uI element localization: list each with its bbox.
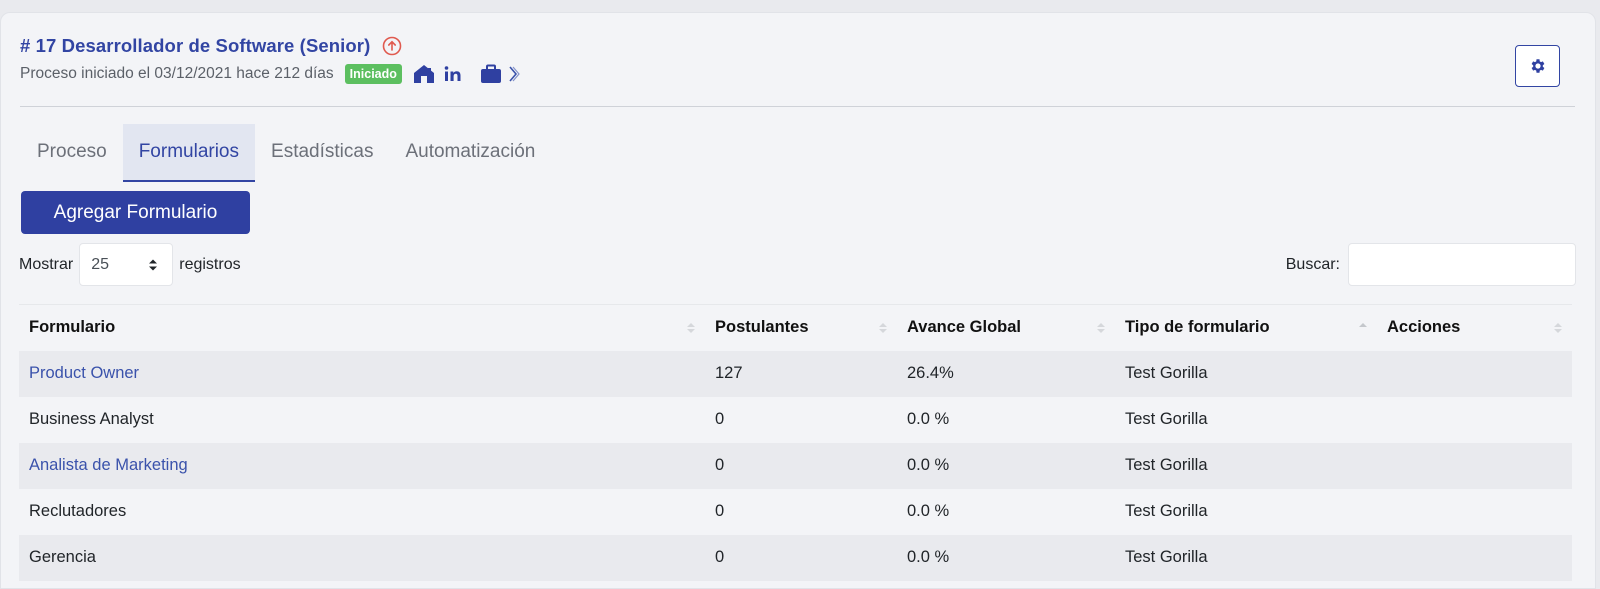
applicants-count: 0	[715, 456, 725, 474]
sort-ascending-icon	[1359, 322, 1367, 334]
applicants-count: 0	[715, 502, 725, 520]
sort-icon	[1097, 322, 1105, 334]
column-header-tipo-formulario[interactable]: Tipo de formulario	[1115, 304, 1377, 351]
actions-cell	[1377, 397, 1572, 443]
chevron-right-icon[interactable]	[508, 65, 520, 83]
column-header-formulario[interactable]: Formulario	[19, 304, 705, 351]
form-type: Test Gorilla	[1125, 410, 1208, 428]
status-badge: Iniciado	[344, 64, 402, 84]
records-label: registros	[179, 255, 241, 273]
actions-cell	[1377, 351, 1572, 397]
select-arrows-icon	[148, 258, 158, 272]
process-start-info: Proceso iniciado el 03/12/2021 hace 212 …	[20, 65, 334, 82]
sort-icon	[1554, 322, 1562, 334]
table-row: Business Analyst 0 0.0 % Test Gorilla	[19, 396, 1572, 443]
form-type: Test Gorilla	[1125, 502, 1208, 520]
search-input[interactable]	[1348, 243, 1576, 286]
add-form-button[interactable]: Agregar Formulario	[21, 191, 250, 234]
applicants-count: 0	[715, 548, 725, 566]
linkedin-icon[interactable]	[444, 65, 462, 83]
table-row: Gerencia 0 0.0 % Test Gorilla	[19, 534, 1572, 581]
global-progress: 0.0 %	[907, 456, 950, 474]
search-control: Buscar:	[1286, 243, 1576, 286]
tab-proceso[interactable]: Proceso	[21, 124, 123, 182]
process-title: # 17 Desarrollador de Software (Senior)	[20, 35, 371, 56]
arrow-up-circle-icon[interactable]	[382, 36, 402, 56]
show-label: Mostrar	[19, 255, 74, 273]
form-type: Test Gorilla	[1125, 548, 1208, 566]
form-name-link[interactable]: Product Owner	[19, 351, 705, 397]
forms-table: Formulario Postulantes Avance Global Tip…	[19, 304, 1572, 581]
table-header-row: Formulario Postulantes Avance Global Tip…	[19, 304, 1572, 351]
column-header-postulantes[interactable]: Postulantes	[705, 304, 897, 351]
actions-cell	[1377, 443, 1572, 489]
settings-button[interactable]	[1515, 45, 1560, 87]
page-size-value: 25	[91, 255, 110, 273]
form-name-link[interactable]: Analista de Marketing	[19, 443, 705, 489]
house-icon[interactable]	[412, 63, 436, 85]
table-row: Reclutadores 0 0.0 % Test Gorilla	[19, 488, 1572, 535]
page-size-select[interactable]: 25	[79, 243, 174, 286]
gear-icon	[1529, 57, 1547, 75]
table-row: Analista de Marketing 0 0.0 % Test Goril…	[19, 442, 1572, 489]
table-row: Product Owner 127 26.4% Test Gorilla	[19, 350, 1572, 397]
form-name: Reclutadores	[29, 502, 127, 520]
column-header-acciones[interactable]: Acciones	[1377, 304, 1572, 351]
global-progress: 0.0 %	[907, 410, 950, 428]
global-progress: 0.0 %	[907, 548, 950, 566]
tab-automatizacion[interactable]: Automatización	[389, 124, 551, 182]
global-progress: 26.4%	[907, 364, 954, 382]
page-length-control: Mostrar 25 registros	[19, 243, 241, 286]
sort-icon	[687, 322, 695, 334]
form-type: Test Gorilla	[1125, 364, 1208, 382]
form-name: Gerencia	[29, 548, 96, 566]
tab-bar: Proceso Formularios Estadísticas Automat…	[21, 124, 551, 182]
form-type: Test Gorilla	[1125, 456, 1208, 474]
tab-estadisticas[interactable]: Estadísticas	[255, 124, 389, 182]
process-header: # 17 Desarrollador de Software (Senior) …	[20, 35, 1575, 107]
global-progress: 0.0 %	[907, 502, 950, 520]
briefcase-icon[interactable]	[480, 64, 502, 84]
tab-formularios[interactable]: Formularios	[122, 124, 256, 182]
form-name: Business Analyst	[29, 410, 154, 428]
actions-cell	[1377, 489, 1572, 535]
column-header-avance-global[interactable]: Avance Global	[897, 304, 1115, 351]
actions-cell	[1377, 535, 1572, 581]
applicants-count: 0	[715, 410, 725, 428]
search-label: Buscar:	[1285, 255, 1340, 273]
applicants-count: 127	[715, 364, 743, 382]
sort-icon	[879, 322, 887, 334]
